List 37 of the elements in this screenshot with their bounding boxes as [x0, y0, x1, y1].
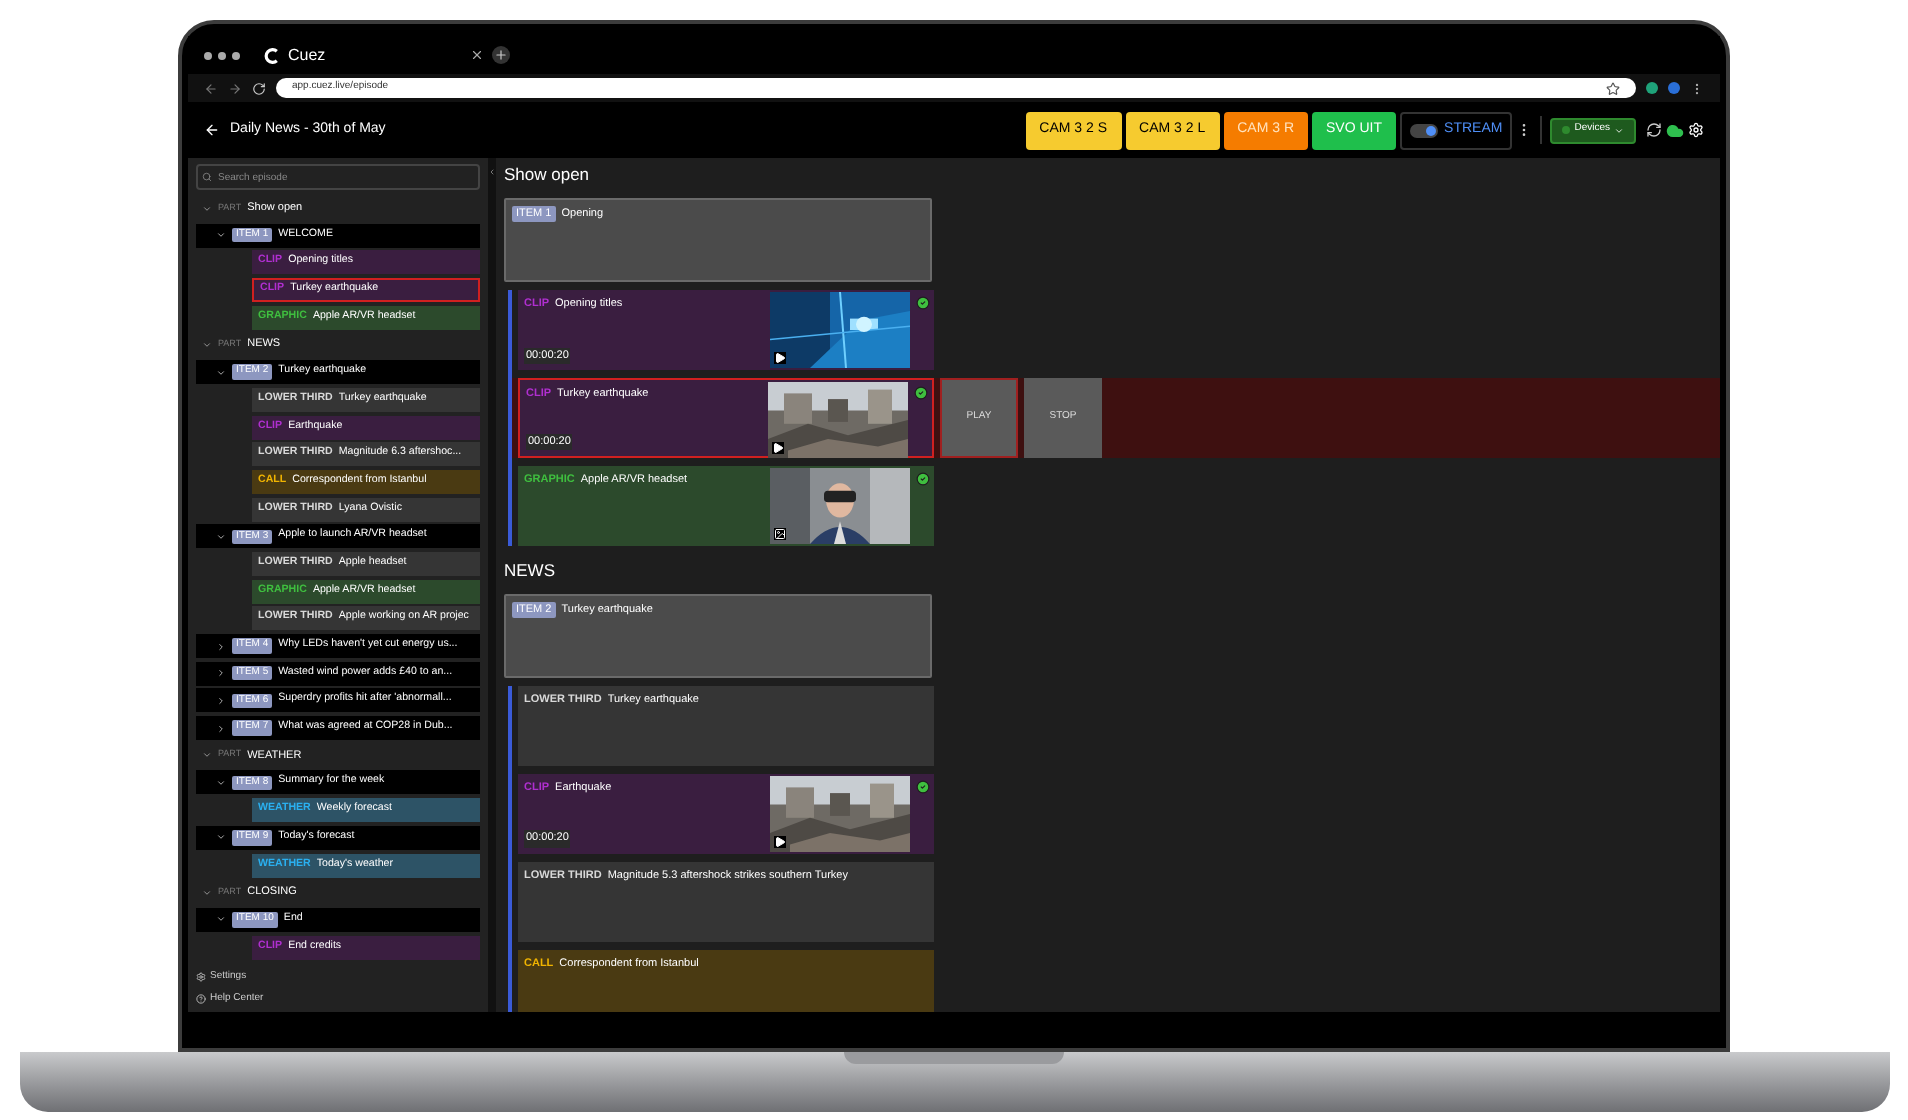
star-icon[interactable]	[1606, 81, 1620, 95]
chevron-down-icon	[1614, 125, 1624, 135]
new-tab-icon[interactable]	[492, 46, 510, 64]
browser-menu-icon[interactable]	[1690, 81, 1704, 95]
close-icon[interactable]	[470, 48, 484, 62]
collapse-icon[interactable]	[202, 339, 212, 350]
expand-icon[interactable]	[216, 641, 226, 651]
settings-icon[interactable]	[1688, 122, 1704, 138]
window-dots-icon	[204, 51, 240, 59]
collapse-icon[interactable]	[202, 750, 212, 761]
expand-icon[interactable]	[216, 668, 226, 679]
refresh-icon[interactable]	[1646, 122, 1662, 138]
forward-icon[interactable]	[228, 81, 242, 95]
extension-icon[interactable]	[1646, 82, 1658, 94]
search-icon	[202, 172, 212, 182]
back-icon[interactable]	[204, 81, 218, 95]
collapse-icon[interactable]	[216, 230, 226, 241]
collapse-icon[interactable]	[202, 887, 212, 898]
back-arrow-icon[interactable]	[204, 122, 220, 138]
reload-icon[interactable]	[252, 81, 266, 95]
browser-tab[interactable]: Cuez	[264, 43, 484, 67]
help-icon	[196, 993, 206, 1004]
collapse-icon[interactable]	[216, 914, 226, 925]
section-title: NEWS	[502, 557, 557, 583]
expand-icon[interactable]	[216, 695, 226, 706]
collapse-icon[interactable]	[216, 777, 226, 788]
cloud-icon[interactable]	[1666, 121, 1684, 139]
profile-icon[interactable]	[1668, 82, 1680, 94]
collapse-icon[interactable]	[216, 531, 226, 542]
settings-icon	[196, 972, 206, 983]
collapse-icon[interactable]	[216, 832, 226, 843]
collapse-icon[interactable]	[202, 203, 212, 213]
tab-title: Cuez	[288, 43, 326, 67]
section-title: Show open	[502, 162, 592, 188]
collapse-icon[interactable]	[216, 367, 226, 378]
expand-icon[interactable]	[216, 723, 226, 734]
app-logo-icon	[264, 47, 280, 63]
